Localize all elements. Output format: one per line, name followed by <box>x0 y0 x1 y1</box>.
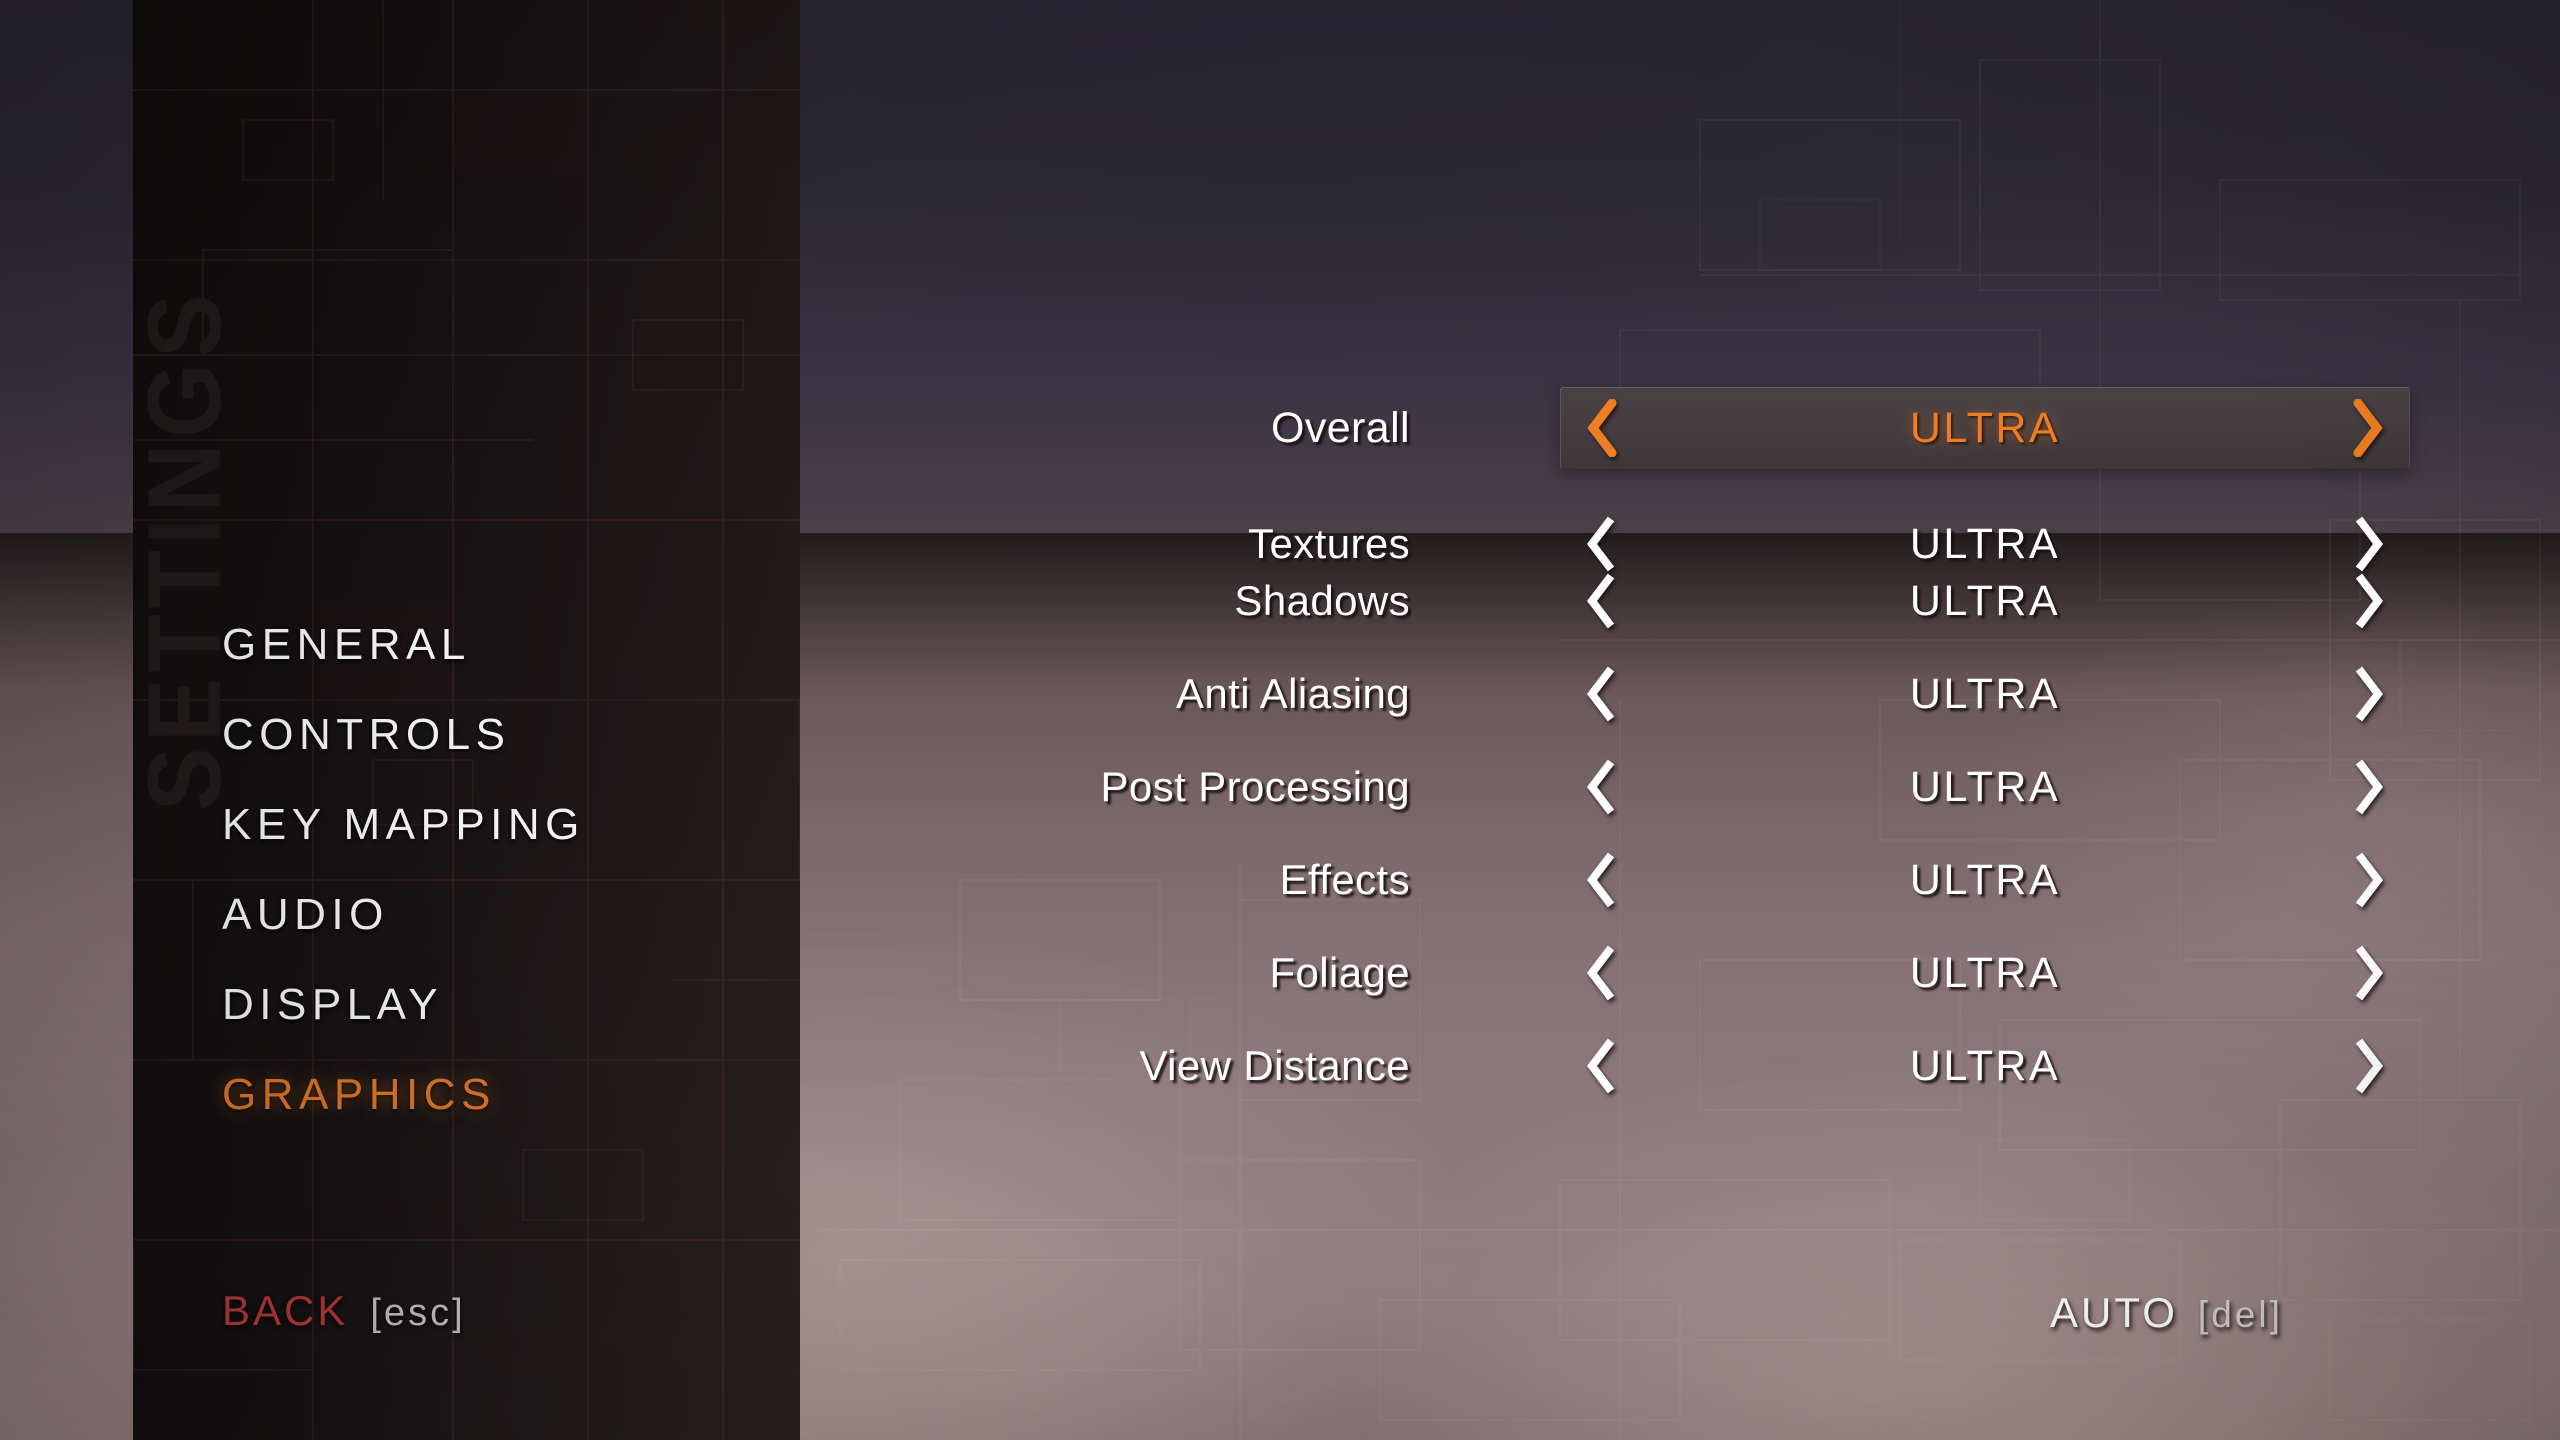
setting-control-effects: ULTRA <box>1560 841 2410 919</box>
setting-control-shadows: ULTRA <box>1560 562 2410 640</box>
setting-value-anti-aliasing: ULTRA <box>1909 669 2061 718</box>
setting-control-foliage: ULTRA <box>1560 934 2410 1012</box>
chevron-right-icon[interactable] <box>2354 944 2384 1002</box>
chevron-left-icon[interactable] <box>1587 399 1617 457</box>
setting-row-foliage[interactable]: Foliage ULTRA <box>1000 934 2460 1012</box>
setting-value-foliage: ULTRA <box>1909 948 2061 997</box>
chevron-left-icon[interactable] <box>1586 944 1616 1002</box>
setting-control-anti-aliasing: ULTRA <box>1560 655 2410 733</box>
setting-row-post-processing[interactable]: Post Processing ULTRA <box>1000 748 2460 826</box>
chevron-left-icon[interactable] <box>1586 1037 1616 1095</box>
chevron-left-icon[interactable] <box>1586 665 1616 723</box>
setting-control-overall: ULTRA <box>1560 387 2410 469</box>
setting-label-effects: Effects <box>1279 856 1410 903</box>
chevron-left-icon[interactable] <box>1586 572 1616 630</box>
setting-row-shadows[interactable]: Shadows ULTRA <box>1000 562 2460 640</box>
setting-label-overall: Overall <box>1270 403 1410 452</box>
chevron-right-icon[interactable] <box>2353 399 2383 457</box>
setting-value-effects: ULTRA <box>1909 855 2061 904</box>
setting-value-shadows: ULTRA <box>1909 576 2061 625</box>
chevron-right-icon[interactable] <box>2354 851 2384 909</box>
setting-row-view-distance[interactable]: View Distance ULTRA <box>1000 1027 2460 1105</box>
setting-value-post-processing: ULTRA <box>1909 762 2061 811</box>
setting-value-view-distance: ULTRA <box>1909 1041 2061 1090</box>
setting-control-view-distance: ULTRA <box>1560 1027 2410 1105</box>
setting-label-view-distance: View Distance <box>1139 1042 1410 1089</box>
chevron-right-icon[interactable] <box>2354 572 2384 630</box>
setting-label-anti-aliasing: Anti Aliasing <box>1175 670 1410 717</box>
settings-screen: SETTINGS GENERAL CONTROLS KEY MAPPING AU… <box>0 0 2560 1440</box>
setting-row-anti-aliasing[interactable]: Anti Aliasing ULTRA <box>1000 655 2460 733</box>
auto-hotkey: [del] <box>2197 1294 2283 1335</box>
setting-label-post-processing: Post Processing <box>1100 763 1410 810</box>
setting-value-overall: ULTRA <box>1909 403 2061 452</box>
graphics-settings-list: Overall ULTRA Textures ULTRA Shadows ULT… <box>0 0 2560 1440</box>
setting-label-textures: Textures <box>1248 520 1410 567</box>
setting-control-post-processing: ULTRA <box>1560 748 2410 826</box>
setting-row-effects[interactable]: Effects ULTRA <box>1000 841 2460 919</box>
chevron-left-icon[interactable] <box>1586 851 1616 909</box>
setting-label-shadows: Shadows <box>1234 577 1410 624</box>
setting-label-foliage: Foliage <box>1269 949 1410 996</box>
auto-label: AUTO <box>2050 1289 2178 1336</box>
auto-button[interactable]: AUTO [del] <box>2050 1292 2283 1334</box>
setting-row-overall[interactable]: Overall ULTRA <box>1000 387 2460 469</box>
chevron-right-icon[interactable] <box>2354 758 2384 816</box>
chevron-right-icon[interactable] <box>2354 1037 2384 1095</box>
chevron-right-icon[interactable] <box>2354 665 2384 723</box>
chevron-left-icon[interactable] <box>1586 758 1616 816</box>
